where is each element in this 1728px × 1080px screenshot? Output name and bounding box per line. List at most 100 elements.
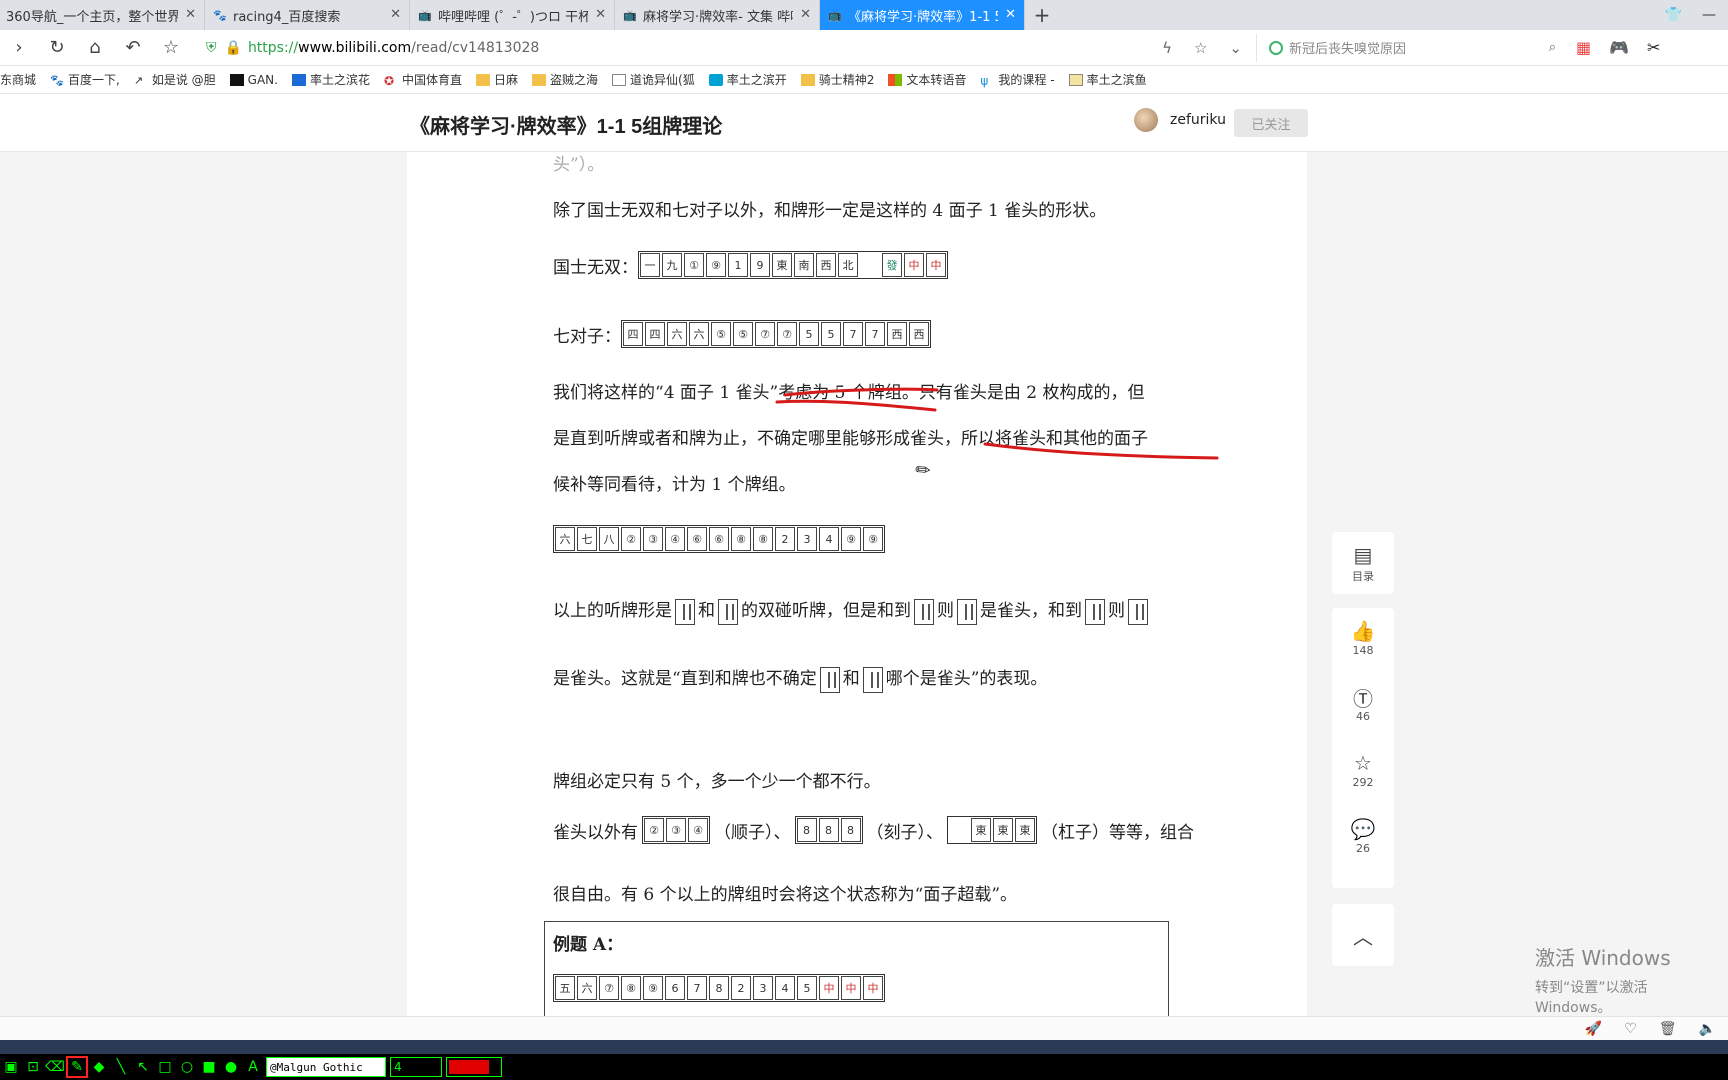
line-icon[interactable]: ╲ [112, 1058, 130, 1076]
mahjong-tile: 中 [926, 253, 946, 277]
author-name[interactable]: zefuriku [1170, 112, 1226, 128]
close-icon[interactable]: ✕ [595, 7, 606, 22]
shirt-icon[interactable]: 👕 [1665, 7, 1682, 23]
hand-row: 六七八②③④⑥⑥⑧⑧234⑨⑨ [553, 525, 885, 553]
example-box: 例题 A： 五六⑦⑧⑨6782345中中中 [544, 921, 1169, 1016]
close-icon[interactable]: ✕ [1005, 7, 1016, 22]
paragraph-2b: 是直到听牌或者和牌为止，不确定哪里能够形成雀头，所以将雀头和其他的面子 [553, 429, 1148, 449]
forward-button[interactable]: › [0, 30, 38, 66]
minimize-icon[interactable]: — [1702, 7, 1716, 23]
open-icon[interactable]: ⊡ [24, 1058, 42, 1076]
bookmark-item[interactable]: ψ 我的课程 - [980, 71, 1054, 88]
search-input[interactable]: 新冠后丧失嗅觉原因 ⌕ [1256, 33, 1566, 62]
bookmark-item[interactable]: ✪ 中国体育直 [384, 71, 462, 88]
filled-ellipse-icon[interactable]: ● [222, 1058, 240, 1076]
apps-grid-icon[interactable]: ▦ [1576, 38, 1591, 57]
bookmark-item[interactable]: 率土之滨花 [291, 71, 370, 88]
tab-360-home[interactable]: 360导航_一个主页，整个世界 ✕ [0, 0, 205, 30]
tab-baidu-search[interactable]: 🐾 racing4_百度搜索 ✕ [205, 0, 410, 30]
home-button[interactable]: ⌂ [76, 30, 114, 66]
mahjong-tile: ⑧ [753, 527, 773, 551]
mahjong-tile: 六 [577, 976, 597, 1000]
bookmark-folder[interactable]: 骑士精神2 [800, 71, 874, 88]
text-span: （刻子）、 [866, 822, 944, 843]
bookmark-label: 我的课程 - [998, 73, 1055, 87]
mahjong-tile: 8 [840, 818, 861, 842]
article-body: 头”）。 除了国士无双和七对子以外，和牌形一定是这样的 4 面子 1 雀头的形状… [407, 152, 1307, 1016]
eraser-icon[interactable]: ⌫ [45, 1058, 65, 1076]
comment-button[interactable]: 💬 26 [1332, 806, 1394, 872]
tab-active-article[interactable]: 📺 《麻将学习·牌效率》1-1 5组牌 ✕ [820, 0, 1025, 30]
rocket-icon[interactable]: 🚀 [1585, 1021, 1602, 1037]
speaker-icon[interactable]: 🔈 [1699, 1021, 1716, 1037]
bookmark-item[interactable]: 率土之滨鱼 [1068, 71, 1147, 88]
close-icon[interactable]: ✕ [800, 7, 811, 22]
bookmark-item[interactable]: GAN. [229, 73, 278, 87]
like-button[interactable]: 👍 148 [1332, 608, 1394, 674]
author-info[interactable]: zefuriku [1134, 108, 1226, 132]
paragraph-6: 很自由。有 6 个以上的牌组时会将这个状态称为“面子超载”。 [553, 885, 1018, 905]
size-select[interactable]: 4 [390, 1057, 442, 1077]
chiitoi-row: 七对子： 四四六六⑤⑤⑦⑦5577西西 [553, 320, 931, 348]
tab-label: 《麻将学习·牌效率》1-1 5组牌 [848, 9, 998, 25]
lock-icon: 🔒 [224, 39, 242, 56]
bookmark-label: 率土之滨花 [309, 73, 370, 87]
filled-rectangle-icon[interactable]: ■ [200, 1058, 218, 1076]
text-span: 则 [1108, 601, 1125, 621]
close-icon[interactable]: ✕ [390, 7, 401, 22]
close-icon[interactable]: ✕ [185, 7, 196, 22]
url-scheme: https:// [247, 39, 299, 56]
text-span: （顺子）、 [714, 822, 791, 843]
rectangle-icon[interactable]: □ [156, 1058, 174, 1076]
bookmark-folder[interactable]: 盗贼之海 [532, 71, 598, 88]
text-span: 和 [842, 669, 860, 689]
search-icon[interactable]: ⌕ [1549, 40, 1556, 55]
microsoft-icon [888, 73, 903, 86]
url-field[interactable]: ⛨ 🔒 https://www.bilibili.com/read/cv1481… [196, 34, 1256, 62]
bookmark-item[interactable]: 道诡异仙(狐 [612, 71, 695, 88]
favorite-star-icon[interactable]: ☆ [1194, 39, 1207, 57]
save-icon[interactable]: ▣ [2, 1058, 20, 1076]
bookmark-star-button[interactable]: ☆ [152, 30, 190, 66]
back-to-top-button[interactable]: ︿ [1332, 904, 1394, 966]
bookmark-item[interactable]: ↗ 如是说 @胆 [134, 71, 216, 88]
paragraph-3a: 以上的听牌形是 和 的双碰听牌，但是和到 则 是雀头，和到 则 [553, 596, 1151, 625]
text-tool-icon[interactable]: A [244, 1058, 262, 1076]
ellipse-icon[interactable]: ○ [178, 1058, 196, 1076]
trash-icon[interactable]: 🗑 [1659, 1021, 1677, 1037]
gamepad-icon[interactable]: 🎮 [1609, 38, 1629, 57]
bookmark-item[interactable]: 东商城 [0, 71, 36, 88]
highlighter-icon[interactable]: ◆ [90, 1058, 108, 1076]
coin-button[interactable]: Ⓣ 46 [1332, 674, 1394, 740]
heart-icon[interactable]: ♡ [1624, 1021, 1637, 1037]
mahjong-tile: ② [644, 818, 664, 842]
new-tab-button[interactable]: + [1025, 0, 1059, 30]
bookmark-item[interactable]: 🐾 百度一下, [50, 71, 120, 88]
follow-button[interactable]: 已关注 [1234, 109, 1308, 137]
favorite-button[interactable]: ☆ 292 [1332, 740, 1394, 806]
tab-label: 麻将学习·牌效率- 文集 哔哩哔哩 [643, 9, 793, 25]
bookmark-item[interactable]: 率土之滨开 [708, 71, 787, 88]
pen-icon[interactable]: ✎ [66, 1056, 88, 1078]
mahjong-tile: ① [684, 253, 704, 277]
undo-button[interactable]: ↶ [114, 30, 152, 66]
paragraph-cut: 头”）。 [553, 155, 605, 175]
arrow-icon[interactable]: ↖ [134, 1058, 152, 1076]
example-title: 例题 A： [553, 935, 624, 955]
toc-button[interactable]: ▤ 目录 [1332, 532, 1394, 594]
avatar[interactable] [1134, 108, 1158, 132]
tab-bilibili-home[interactable]: 📺 哔哩哔哩 (゜-゜)つロ 干杯~-bi ✕ [410, 0, 615, 30]
tab-bilibili-collection[interactable]: 📺 麻将学习·牌效率- 文集 哔哩哔哩 ✕ [615, 0, 820, 30]
scissors-icon[interactable]: ✂ [1647, 38, 1660, 57]
chevron-down-icon[interactable]: ⌄ [1229, 39, 1242, 57]
mahjong-tile: 四 [645, 322, 665, 346]
mahjong-tile: 六 [667, 322, 687, 346]
lightning-icon[interactable]: ϟ [1162, 39, 1172, 57]
color-select[interactable] [446, 1057, 502, 1077]
mahjong-tile: 8 [709, 976, 729, 1000]
extension-icons: ▦ 🎮 ✂ [1576, 38, 1660, 57]
bookmark-item[interactable]: 文本转语音 [888, 71, 966, 88]
font-select[interactable]: @Malgun Gothic [266, 1057, 386, 1077]
reload-button[interactable]: ↻ [38, 30, 76, 66]
bookmark-folder[interactable]: 日麻 [476, 71, 518, 88]
